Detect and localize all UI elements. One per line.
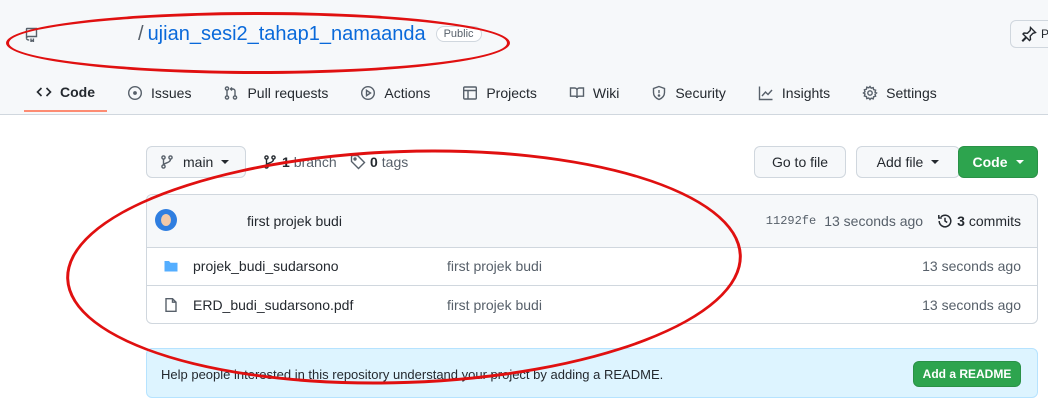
repo-header: / ujian_sesi2_tahap1_namaanda Public Pi … bbox=[0, 0, 1048, 115]
play-icon bbox=[361, 85, 376, 101]
file-name-link[interactable]: projek_budi_sudarsono bbox=[193, 258, 339, 274]
readme-banner-text: Help people interested in this repositor… bbox=[161, 367, 664, 382]
chevron-down-icon bbox=[221, 160, 230, 164]
tags-link[interactable]: 0 tags bbox=[350, 154, 408, 170]
tag-count-label: tags bbox=[381, 154, 409, 170]
tab-actions-label: Actions bbox=[384, 85, 431, 101]
tab-pull-requests[interactable]: Pull requests bbox=[211, 74, 340, 112]
tab-issues[interactable]: Issues bbox=[115, 74, 203, 112]
repo-icon bbox=[25, 27, 38, 42]
file-name-link[interactable]: ERD_budi_sudarsono.pdf bbox=[193, 297, 353, 313]
go-to-file-button[interactable]: Go to file bbox=[754, 146, 846, 178]
add-file-button[interactable]: Add file bbox=[856, 146, 960, 178]
code-icon bbox=[36, 87, 52, 97]
repo-nav-tabs: Code Issues Pull requests Actions Projec… bbox=[24, 74, 957, 114]
table-icon bbox=[463, 86, 478, 100]
tab-settings-label: Settings bbox=[886, 85, 937, 101]
tab-code[interactable]: Code bbox=[24, 74, 107, 112]
file-commit-message[interactable]: first projek budi bbox=[447, 258, 542, 274]
commit-age: 13 seconds ago bbox=[824, 213, 924, 229]
branch-select-button[interactable]: main bbox=[146, 146, 246, 178]
table-row[interactable]: ERD_budi_sudarsono.pdf first projek budi… bbox=[147, 285, 1037, 323]
file-icon bbox=[165, 298, 177, 312]
chevron-down-icon bbox=[931, 160, 940, 164]
tab-projects[interactable]: Projects bbox=[450, 74, 549, 112]
tab-issues-label: Issues bbox=[151, 85, 192, 101]
readme-banner: Help people interested in this repositor… bbox=[146, 348, 1038, 398]
latest-commit-bar: first projek budi 11292fe 13 seconds ago… bbox=[147, 195, 1037, 248]
visibility-badge: Public bbox=[435, 26, 482, 42]
pull-request-icon bbox=[225, 86, 238, 100]
file-navigation-toolbar: main 1 branch 0 tags Go to file Add file… bbox=[146, 146, 1038, 178]
tab-actions[interactable]: Actions bbox=[348, 74, 442, 112]
commit-count: 3 bbox=[957, 213, 965, 229]
commit-history-link[interactable]: 3 commits bbox=[937, 213, 1021, 229]
code-button-label: Code bbox=[972, 154, 1008, 170]
table-row[interactable]: projek_budi_sudarsono first projek budi … bbox=[147, 247, 1037, 285]
tab-security-label: Security bbox=[675, 85, 726, 101]
pin-button[interactable]: Pi bbox=[1010, 20, 1048, 48]
tab-projects-label: Projects bbox=[486, 85, 537, 101]
gear-icon bbox=[862, 85, 878, 101]
file-age: 13 seconds ago bbox=[922, 258, 1021, 274]
branches-link[interactable]: 1 branch bbox=[262, 154, 337, 170]
repo-title-line: / ujian_sesi2_tahap1_namaanda Public bbox=[24, 20, 482, 48]
latest-commit-meta: 11292fe 13 seconds ago 3 commits bbox=[766, 213, 1021, 229]
shield-icon bbox=[653, 85, 666, 101]
chevron-down-icon bbox=[1015, 160, 1024, 164]
folder-icon bbox=[164, 261, 178, 272]
file-list-box: first projek budi 11292fe 13 seconds ago… bbox=[146, 194, 1038, 324]
tab-pull-requests-label: Pull requests bbox=[247, 85, 329, 101]
repo-name-link[interactable]: ujian_sesi2_tahap1_namaanda bbox=[148, 23, 426, 46]
pin-label: Pi bbox=[1041, 27, 1048, 41]
tab-code-label: Code bbox=[60, 84, 95, 100]
book-icon bbox=[569, 87, 585, 99]
tab-wiki-label: Wiki bbox=[592, 85, 620, 101]
commit-sha-link[interactable]: 11292fe bbox=[766, 214, 816, 228]
commit-author-redacted[interactable] bbox=[187, 213, 243, 225]
issue-icon bbox=[127, 85, 143, 101]
branch-icon bbox=[161, 155, 173, 169]
tab-security[interactable]: Security bbox=[639, 74, 738, 112]
file-commit-message[interactable]: first projek budi bbox=[447, 297, 542, 313]
graph-icon bbox=[758, 86, 773, 101]
add-file-label: Add file bbox=[876, 154, 924, 170]
owner-name-redacted[interactable] bbox=[54, 27, 134, 41]
branch-name: main bbox=[183, 154, 214, 170]
latest-commit-message[interactable]: first projek budi bbox=[247, 213, 342, 229]
file-age: 13 seconds ago bbox=[922, 297, 1021, 313]
tab-wiki[interactable]: Wiki bbox=[557, 74, 631, 112]
tag-icon bbox=[350, 154, 366, 170]
tab-insights-label: Insights bbox=[781, 85, 831, 101]
tab-insights[interactable]: Insights bbox=[746, 74, 842, 112]
tab-settings[interactable]: Settings bbox=[850, 74, 949, 112]
avatar[interactable] bbox=[155, 209, 177, 231]
history-icon bbox=[938, 214, 952, 228]
branch-count-label: branch bbox=[293, 154, 337, 170]
branch-icon bbox=[264, 155, 276, 169]
commit-count-label: commits bbox=[968, 213, 1021, 229]
tag-count: 0 bbox=[370, 154, 378, 170]
branch-count: 1 bbox=[282, 154, 290, 170]
add-readme-button[interactable]: Add a README bbox=[913, 361, 1021, 387]
code-button[interactable]: Code bbox=[958, 146, 1038, 178]
pin-icon bbox=[1021, 26, 1037, 42]
path-separator: / bbox=[138, 22, 144, 45]
